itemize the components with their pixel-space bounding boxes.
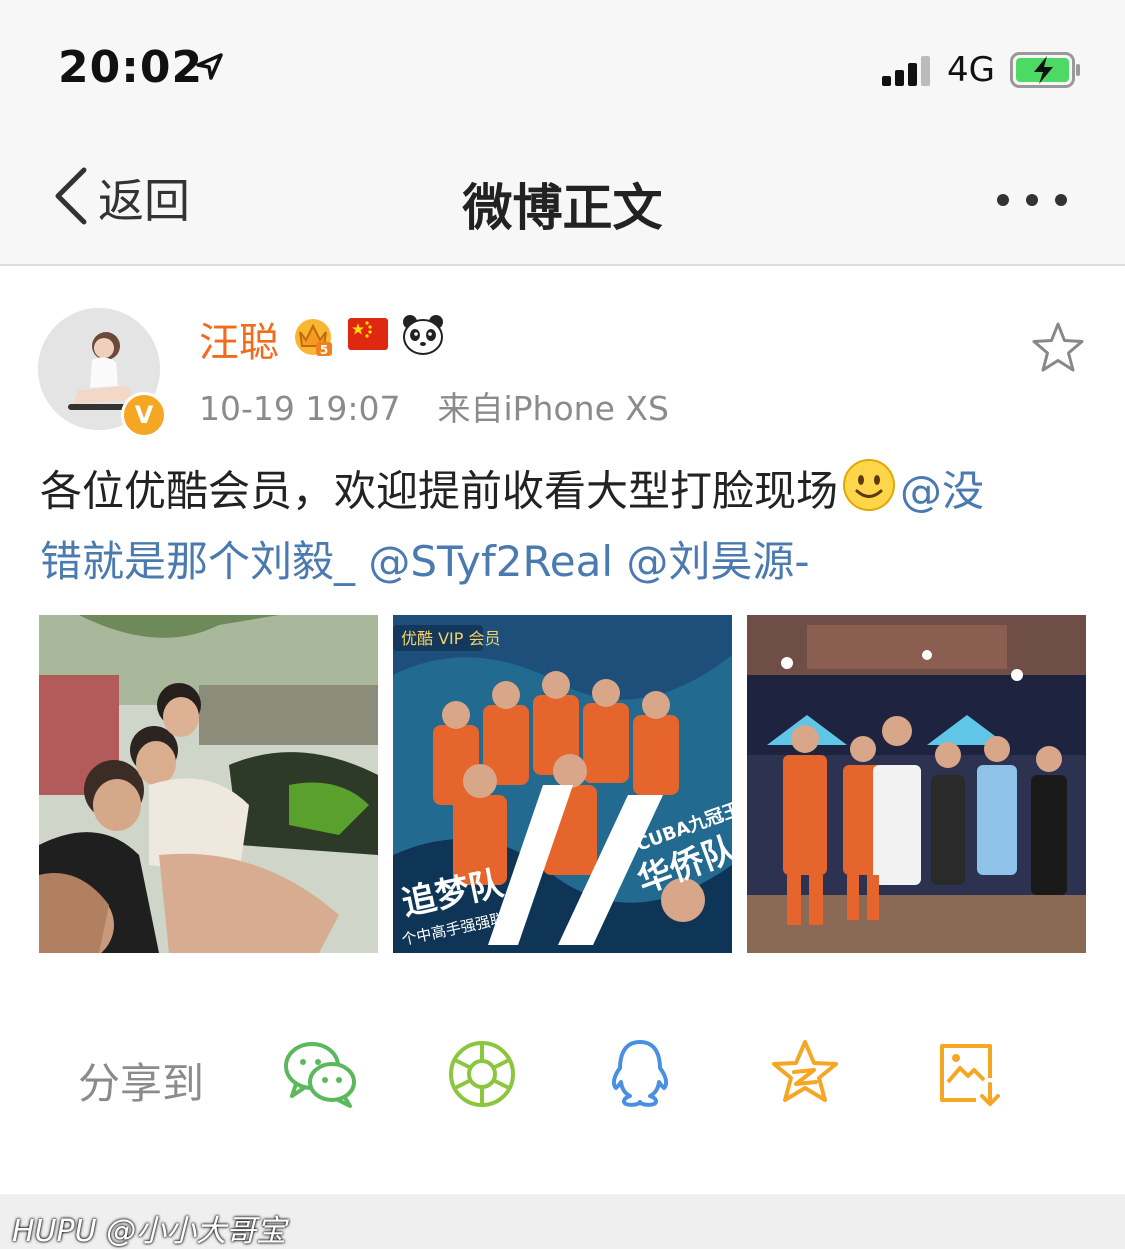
post-time: 10-19 19:07 xyxy=(199,389,401,428)
panda-icon xyxy=(400,312,446,362)
author-name[interactable]: 汪聪 xyxy=(199,310,279,368)
post-text-body: 各位优酷会员，欢迎提前收看大型打脸现场 xyxy=(40,466,839,516)
post-image-3[interactable] xyxy=(747,615,1086,953)
china-flag-icon xyxy=(346,312,390,362)
post-image-2[interactable]: 优酷 VIP 会员 追梦队 个中高手强强联合 CUBA九冠王 华侨队 xyxy=(393,615,732,953)
crown-level-5-icon: 5 xyxy=(290,312,336,362)
qq-icon[interactable] xyxy=(608,1038,672,1114)
location-arrow-icon xyxy=(194,52,224,86)
page-title: 微博正文 xyxy=(462,179,663,237)
nav-bar: 返回 微博正文 xyxy=(0,130,1125,266)
mention-link[interactable]: @刘昊源- xyxy=(626,537,809,586)
mention-link[interactable]: @没 xyxy=(900,467,984,516)
battery-charging-icon xyxy=(1010,52,1082,92)
favorite-star-icon[interactable] xyxy=(1030,320,1086,380)
image-vip-badge-text: 优酷 VIP 会员 xyxy=(401,629,501,648)
mention-link[interactable]: 错就是那个刘毅_ xyxy=(40,537,355,586)
signal-icon xyxy=(882,56,934,90)
mention-link[interactable]: @STyf2Real xyxy=(368,537,613,586)
post-meta: 10-19 19:07 来自iPhone XS xyxy=(199,382,669,430)
svg-text:5: 5 xyxy=(320,343,328,357)
wechat-icon[interactable] xyxy=(282,1038,358,1114)
author-badges: 5 xyxy=(290,312,446,362)
verified-badge-icon: V xyxy=(121,392,167,438)
qzone-icon[interactable] xyxy=(770,1038,840,1112)
watermark-text: HUPU @小小大哥宝 xyxy=(12,1214,287,1249)
moments-icon[interactable] xyxy=(446,1038,518,1114)
post-source: 来自iPhone XS xyxy=(437,389,669,428)
network-type: 4G xyxy=(947,50,995,90)
status-time: 20:02 xyxy=(58,42,204,93)
status-bar: 20:02 4G xyxy=(0,0,1125,130)
share-to-label: 分享到 xyxy=(78,1059,205,1108)
save-image-icon[interactable] xyxy=(934,1038,1004,1112)
post-text: 各位优酷会员，欢迎提前收看大型打脸现场 @没 错就是那个刘毅_ @STyf2Rea… xyxy=(40,458,1090,594)
smile-emoji-icon xyxy=(842,458,896,530)
more-options-icon[interactable] xyxy=(996,192,1068,211)
post-image-1[interactable] xyxy=(39,615,378,953)
